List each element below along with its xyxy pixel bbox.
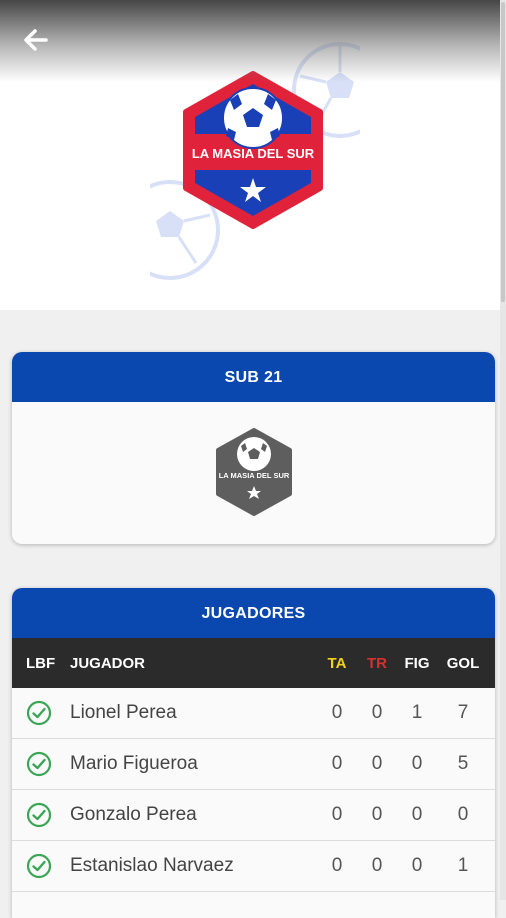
arrow-left-icon <box>24 29 48 51</box>
player-ta: 0 <box>331 855 343 876</box>
player-name: Lionel Perea <box>70 702 177 723</box>
team-card[interactable]: SUB 21 LA MASIA DEL SUR <box>12 352 495 544</box>
scrollbar[interactable] <box>500 0 506 900</box>
team-logo-text: LA MASIA DEL SUR <box>219 471 290 480</box>
player-name: Mario Figueroa <box>70 753 198 774</box>
player-ta: 0 <box>331 702 343 723</box>
check-circle-icon <box>26 751 52 777</box>
col-fig: FIG <box>404 654 430 672</box>
col-player: JUGADOR <box>70 654 146 672</box>
player-fig: 0 <box>411 753 423 774</box>
team-card-body: LA MASIA DEL SUR <box>12 402 495 544</box>
player-gol: 7 <box>457 702 469 723</box>
players-card-title: JUGADORES <box>12 588 495 638</box>
player-tr: 0 <box>371 753 383 774</box>
team-card-title: SUB 21 <box>12 352 495 402</box>
player-tr: 0 <box>371 702 383 723</box>
player-fig: 0 <box>411 855 423 876</box>
player-tr: 0 <box>371 855 383 876</box>
player-gol: 5 <box>457 753 469 774</box>
player-name: Estanislao Narvaez <box>70 855 234 876</box>
club-crest-logo: LA MASIA DEL SUR <box>183 71 323 229</box>
player-row[interactable]: Mario Figueroa 0 0 0 5 <box>12 739 495 790</box>
player-name: Gonzalo Perea <box>70 804 197 825</box>
player-ta: 0 <box>331 753 343 774</box>
scrollbar-thumb[interactable] <box>501 2 505 302</box>
col-ta: TA <box>327 654 347 672</box>
player-row[interactable]: Estanislao Narvaez 0 0 0 1 <box>12 841 495 892</box>
col-tr: TR <box>367 654 387 672</box>
team-logo: LA MASIA DEL SUR <box>216 428 292 516</box>
col-lbf: LBF <box>26 654 56 672</box>
player-fig: 1 <box>411 702 423 723</box>
players-table-header: LBF JUGADOR TA TR FIG GOL <box>12 638 495 688</box>
club-crest-text: LA MASIA DEL SUR <box>192 146 315 161</box>
check-circle-icon <box>26 700 52 726</box>
header-shade <box>0 0 500 82</box>
player-fig: 0 <box>411 804 423 825</box>
player-row[interactable]: Gonzalo Perea 0 0 0 0 <box>12 790 495 841</box>
player-gol: 0 <box>457 804 469 825</box>
player-row[interactable]: Lionel Perea 0 0 1 7 <box>12 688 495 739</box>
player-gol: 1 <box>457 855 469 876</box>
player-ta: 0 <box>331 804 343 825</box>
player-tr: 0 <box>371 804 383 825</box>
col-gol: GOL <box>446 654 480 672</box>
club-hero: LA MASIA DEL SUR <box>0 0 500 310</box>
check-circle-icon <box>26 802 52 828</box>
players-card: JUGADORES LBF JUGADOR TA TR FIG GOL Lion… <box>12 588 495 918</box>
back-button[interactable] <box>18 22 54 58</box>
check-circle-icon <box>26 853 52 879</box>
